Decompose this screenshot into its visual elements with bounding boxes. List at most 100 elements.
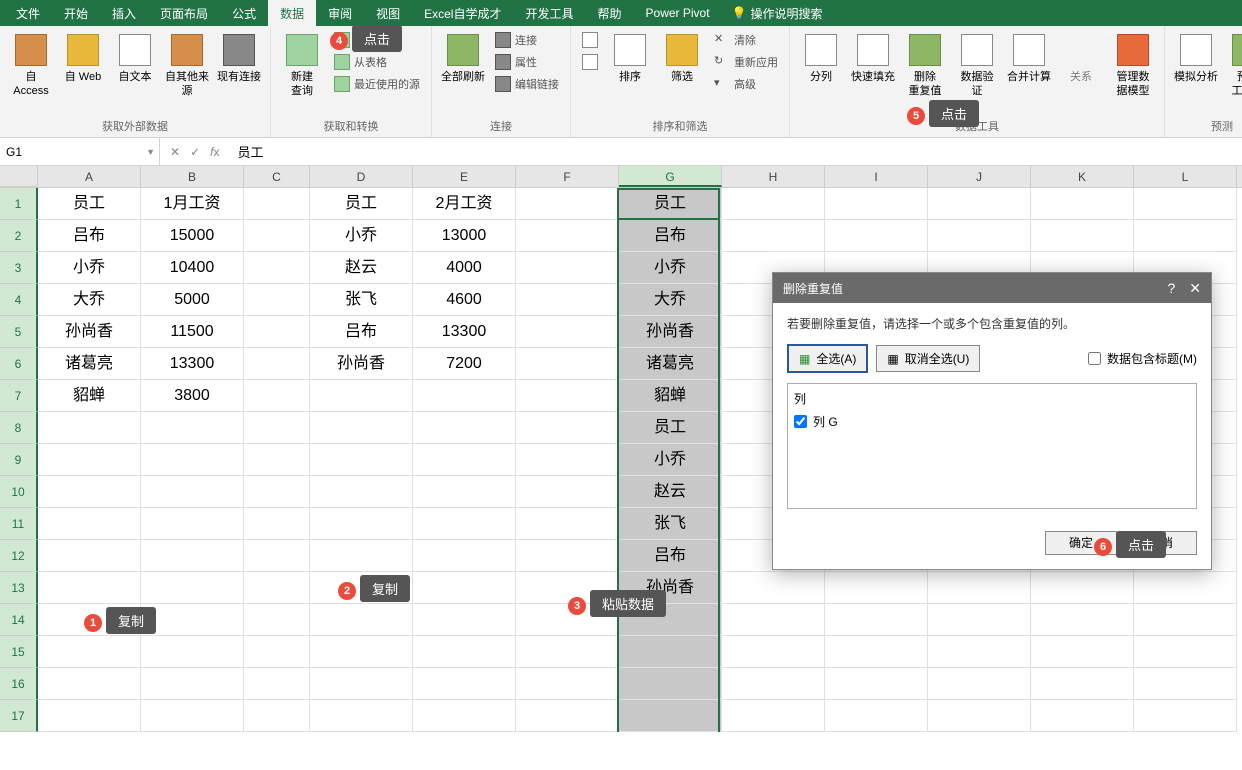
cell-J17[interactable] [928,700,1031,732]
cell-E6[interactable]: 7200 [413,348,516,380]
cell-H16[interactable] [722,668,825,700]
row-header-11[interactable]: 11 [0,508,38,540]
row-header-8[interactable]: 8 [0,412,38,444]
cell-G5[interactable]: 孙尚香 [619,316,722,348]
cell-G4[interactable]: 大乔 [619,284,722,316]
cell-D3[interactable]: 赵云 [310,252,413,284]
cell-L14[interactable] [1134,604,1237,636]
cell-F16[interactable] [516,668,619,700]
cell-D9[interactable] [310,444,413,476]
data-validation-button[interactable]: 数据验 证 [954,30,1000,98]
col-header-g[interactable]: G [619,166,722,187]
cell-D2[interactable]: 小乔 [310,220,413,252]
row-header-15[interactable]: 15 [0,636,38,668]
cell-D4[interactable]: 张飞 [310,284,413,316]
recent-sources-button[interactable]: 最近使用的源 [331,74,423,94]
sort-desc-button[interactable] [579,52,601,72]
dialog-titlebar[interactable]: 删除重复值 ? ✕ [773,273,1211,303]
cell-A1[interactable]: 员工 [38,188,141,220]
cell-F8[interactable] [516,412,619,444]
existing-connections-button[interactable]: 现有连接 [216,30,262,84]
cell-E10[interactable] [413,476,516,508]
cell-D11[interactable] [310,508,413,540]
cell-G1[interactable]: 员工 [619,188,722,220]
headers-checkbox-input[interactable] [1088,352,1101,365]
cell-A11[interactable] [38,508,141,540]
cell-G11[interactable]: 张飞 [619,508,722,540]
cell-A4[interactable]: 大乔 [38,284,141,316]
cell-B17[interactable] [141,700,244,732]
row-header-16[interactable]: 16 [0,668,38,700]
cell-C9[interactable] [244,444,310,476]
cell-J14[interactable] [928,604,1031,636]
cell-A2[interactable]: 吕布 [38,220,141,252]
cell-E15[interactable] [413,636,516,668]
advanced-filter-button[interactable]: ▾高级 [711,74,781,94]
col-header-d[interactable]: D [310,166,413,187]
cell-L1[interactable] [1134,188,1237,220]
row-header-1[interactable]: 1 [0,188,38,220]
cell-A17[interactable] [38,700,141,732]
cell-B2[interactable]: 15000 [141,220,244,252]
cell-H1[interactable] [722,188,825,220]
edit-links-button[interactable]: 编辑链接 [492,74,562,94]
cell-G3[interactable]: 小乔 [619,252,722,284]
col-header-a[interactable]: A [38,166,141,187]
cell-F12[interactable] [516,540,619,572]
cell-I1[interactable] [825,188,928,220]
select-all-corner[interactable] [0,166,38,187]
tab-view[interactable]: 视图 [364,0,412,27]
cell-E12[interactable] [413,540,516,572]
cell-C7[interactable] [244,380,310,412]
flash-fill-button[interactable]: 快速填充 [850,30,896,84]
cell-L16[interactable] [1134,668,1237,700]
cell-G12[interactable]: 吕布 [619,540,722,572]
cell-F17[interactable] [516,700,619,732]
col-header-b[interactable]: B [141,166,244,187]
col-header-c[interactable]: C [244,166,310,187]
cell-E14[interactable] [413,604,516,636]
refresh-all-button[interactable]: 全部刷新 [440,30,486,84]
cell-J2[interactable] [928,220,1031,252]
cell-I14[interactable] [825,604,928,636]
cell-K16[interactable] [1031,668,1134,700]
sort-button[interactable]: 排序 [607,30,653,84]
cell-E13[interactable] [413,572,516,604]
cell-B1[interactable]: 1月工资 [141,188,244,220]
cell-I15[interactable] [825,636,928,668]
row-header-6[interactable]: 6 [0,348,38,380]
cell-J15[interactable] [928,636,1031,668]
cell-C1[interactable] [244,188,310,220]
consolidate-button[interactable]: 合并计算 [1006,30,1052,84]
cell-K2[interactable] [1031,220,1134,252]
cell-E17[interactable] [413,700,516,732]
clear-filter-button[interactable]: ✕清除 [711,30,781,50]
cell-A7[interactable]: 貂蝉 [38,380,141,412]
cell-B10[interactable] [141,476,244,508]
cell-C10[interactable] [244,476,310,508]
col-header-e[interactable]: E [413,166,516,187]
cell-C6[interactable] [244,348,310,380]
cell-L2[interactable] [1134,220,1237,252]
enter-formula-button[interactable]: ✓ [190,145,200,159]
cell-B8[interactable] [141,412,244,444]
cell-L17[interactable] [1134,700,1237,732]
from-web-button[interactable]: 自 Web [60,30,106,84]
row-header-3[interactable]: 3 [0,252,38,284]
cell-E16[interactable] [413,668,516,700]
reapply-button[interactable]: ↻重新应用 [711,52,781,72]
deselect-all-button[interactable]: ▦ 取消全选(U) [876,345,980,372]
cell-H13[interactable] [722,572,825,604]
cell-E11[interactable] [413,508,516,540]
cell-E4[interactable]: 4600 [413,284,516,316]
col-header-i[interactable]: I [825,166,928,187]
fx-button[interactable]: fx [210,145,219,159]
row-header-2[interactable]: 2 [0,220,38,252]
row-header-7[interactable]: 7 [0,380,38,412]
cell-C15[interactable] [244,636,310,668]
cell-G2[interactable]: 吕布 [619,220,722,252]
cell-D16[interactable] [310,668,413,700]
cell-B15[interactable] [141,636,244,668]
cell-B11[interactable] [141,508,244,540]
tab-review[interactable]: 审阅 [316,0,364,27]
